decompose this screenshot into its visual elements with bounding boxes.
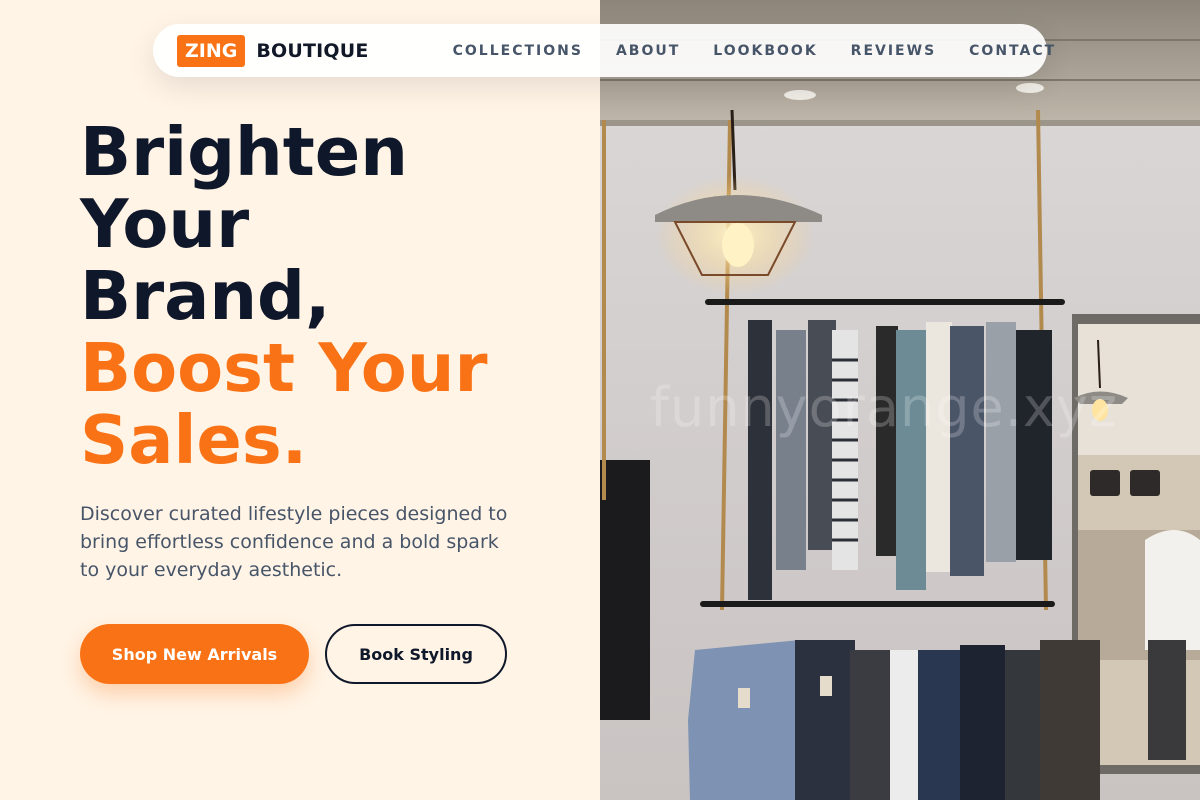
headline-line-3: Brand, xyxy=(80,257,331,335)
hero-headline: Brighten Your Brand, Boost Your Sales. xyxy=(80,116,560,476)
main-navbar: ZING BOUTIQUE COLLECTIONS ABOUT LOOKBOOK… xyxy=(153,24,1054,77)
watermark-text: funnyorange.xyz xyxy=(650,376,1119,439)
nav-item-about[interactable]: ABOUT xyxy=(616,43,680,59)
nav-item-collections[interactable]: COLLECTIONS xyxy=(453,43,583,59)
logo-badge: ZING xyxy=(177,34,246,67)
headline-line-2: Your xyxy=(80,185,250,263)
nav-item-contact[interactable]: CONTACT xyxy=(969,43,1056,59)
logo-wordmark: BOUTIQUE xyxy=(256,39,369,62)
headline-line-1: Brighten xyxy=(80,113,408,191)
headline-accent-line-1: Boost Your xyxy=(80,329,488,407)
nav-links: COLLECTIONS ABOUT LOOKBOOK REVIEWS CONTA… xyxy=(453,43,1057,59)
nav-item-reviews[interactable]: REVIEWS xyxy=(851,43,936,59)
nav-item-lookbook[interactable]: LOOKBOOK xyxy=(713,43,817,59)
hero-description: Discover curated lifestyle pieces design… xyxy=(80,503,508,581)
brand-logo[interactable]: ZING BOUTIQUE xyxy=(177,34,369,67)
headline-accent-line-2: Sales. xyxy=(80,401,308,479)
book-styling-button[interactable]: Book Styling xyxy=(325,624,507,684)
shop-new-arrivals-button[interactable]: Shop New Arrivals xyxy=(80,624,309,684)
